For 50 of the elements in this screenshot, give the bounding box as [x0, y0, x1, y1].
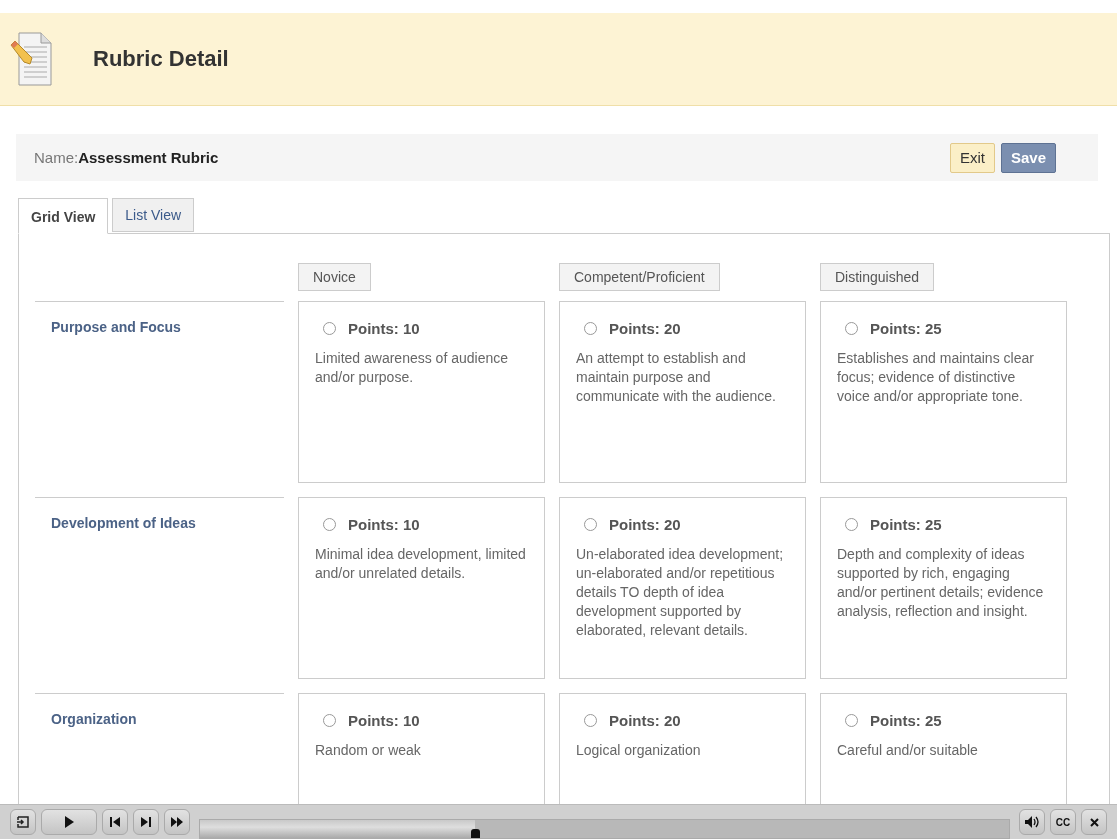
exit-button[interactable]: Exit — [949, 142, 995, 173]
criterion-description: Depth and complexity of ideas supported by rich, engaging and/or pertinent details; evidence analysis, reflection and insight. — [837, 545, 1045, 621]
radio-button[interactable] — [584, 322, 597, 335]
skip-back-icon[interactable] — [102, 809, 128, 835]
points-label: Points: 25 — [870, 712, 942, 729]
radio-button[interactable] — [323, 714, 336, 727]
points-label: Points: 25 — [870, 320, 942, 337]
points-label: Points: 10 — [348, 712, 420, 729]
exit-icon[interactable] — [10, 809, 36, 835]
radio-button[interactable] — [845, 714, 858, 727]
seek-handle[interactable] — [471, 829, 481, 838]
points-label: Points: 20 — [609, 320, 681, 337]
play-icon[interactable] — [41, 809, 97, 835]
criterion-description: Careful and/or suitable — [837, 741, 979, 760]
seek-track[interactable] — [199, 819, 1010, 839]
criterion-name: Purpose and Focus — [51, 319, 181, 335]
criterion-description: Minimal idea development, limited and/or unrelated details. — [315, 545, 527, 583]
document-pencil-icon — [9, 31, 53, 87]
radio-button[interactable] — [584, 714, 597, 727]
volume-icon[interactable] — [1019, 809, 1045, 835]
close-icon[interactable] — [1081, 809, 1107, 835]
points-label: Points: 20 — [609, 712, 681, 729]
criterion-name: Organization — [51, 711, 137, 727]
skip-forward-icon[interactable] — [133, 809, 159, 835]
radio-button[interactable] — [584, 518, 597, 531]
criterion-name: Development of Ideas — [51, 515, 196, 531]
criterion-description: Limited awareness of audience and/or purpose. — [315, 349, 509, 387]
radio-button[interactable] — [845, 322, 858, 335]
tab[interactable]: List View — [112, 198, 195, 232]
tab[interactable]: Grid View — [18, 198, 109, 234]
captions-button[interactable]: CC — [1050, 809, 1076, 835]
points-label: Points: 10 — [348, 320, 420, 337]
level-header: Novice — [298, 263, 371, 291]
radio-button[interactable] — [845, 518, 858, 531]
criterion-description: Random or weak — [315, 741, 422, 760]
points-label: Points: 20 — [609, 516, 681, 533]
points-label: Points: 10 — [348, 516, 420, 533]
name-label: Name: — [34, 148, 79, 166]
points-label: Points: 25 — [870, 516, 942, 533]
level-header: Distinguished — [820, 263, 935, 291]
rubric-name: Assessment Rubric — [78, 148, 219, 166]
criterion-description: Logical organization — [576, 741, 702, 760]
criterion-description: Establishes and maintains clear focus; evidence of distinctive voice and/or appropriate tone. — [837, 349, 1035, 406]
criterion-description: Un-elaborated idea development; un-elaborated and/or repetitious details TO depth of idea development supported by elaborated, relevant details. — [576, 545, 785, 640]
radio-button[interactable] — [323, 322, 336, 335]
page-title: Rubric Detail — [93, 46, 229, 72]
fast-forward-icon[interactable] — [164, 809, 190, 835]
level-header: Competent/Proficient — [559, 263, 720, 291]
radio-button[interactable] — [323, 518, 336, 531]
criterion-description: An attempt to establish and maintain purpose and communicate with the audience. — [576, 349, 777, 406]
